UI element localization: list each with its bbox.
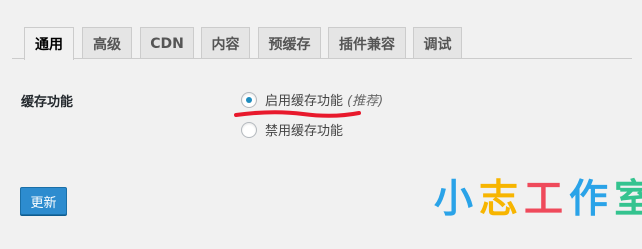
update-button[interactable]: 更新 xyxy=(20,187,67,215)
option-enable-label: 启用缓存功能 xyxy=(265,94,344,109)
option-disable-cache[interactable]: 禁用缓存功能 xyxy=(241,120,343,139)
option-disable-label: 禁用缓存功能 xyxy=(265,124,344,139)
tab-content[interactable]: 内容 xyxy=(201,27,250,59)
watermark-logo: 小 志 工 作 室 xyxy=(434,180,642,219)
settings-tabbar: 通用 高级 CDN 内容 预缓存 插件兼容 调试 xyxy=(0,0,642,60)
tab-general[interactable]: 通用 xyxy=(24,27,74,60)
watermark-char: 室 xyxy=(614,177,642,222)
tab-advanced[interactable]: 高级 xyxy=(82,27,132,59)
watermark-char: 小 xyxy=(434,177,474,222)
red-underline-annotation xyxy=(234,110,361,118)
watermark-char: 工 xyxy=(524,177,564,222)
tab-plugin-compat[interactable]: 插件兼容 xyxy=(328,27,406,59)
tab-preload[interactable]: 预缓存 xyxy=(258,27,321,59)
watermark-char: 作 xyxy=(569,177,609,222)
radio-enable-cache[interactable] xyxy=(241,91,257,108)
setting-label: 缓存功能 xyxy=(21,95,74,110)
tab-debug[interactable]: 调试 xyxy=(413,27,462,59)
radio-disable-cache[interactable] xyxy=(241,121,257,138)
tabbar-divider xyxy=(12,58,632,59)
watermark-char: 志 xyxy=(479,177,519,222)
option-enable-hint: (推荐) xyxy=(347,94,384,109)
tab-cdn[interactable]: CDN xyxy=(140,27,194,59)
option-enable-cache[interactable]: 启用缓存功能 (推荐) xyxy=(241,90,383,109)
